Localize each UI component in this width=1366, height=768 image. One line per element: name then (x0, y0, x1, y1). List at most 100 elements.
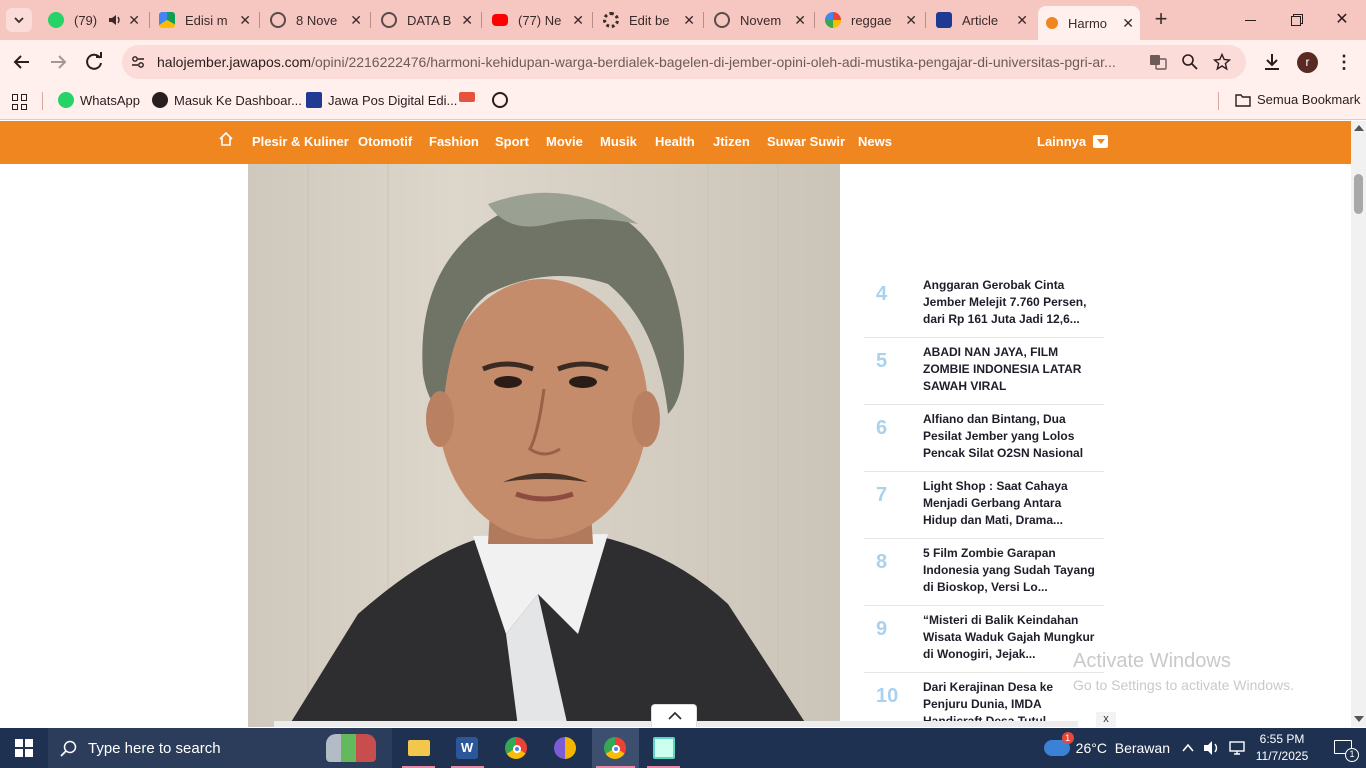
jawapos-logo-icon (459, 92, 475, 102)
nav-fashion[interactable]: Fashion (429, 134, 479, 149)
taskbar-word[interactable]: W (445, 728, 490, 768)
trending-item[interactable]: 10 Dari Kerajinan Desa ke Penjuru Dunia,… (864, 673, 1104, 727)
trending-title[interactable]: Dari Kerajinan Desa ke Penjuru Dunia, IM… (923, 679, 1095, 727)
close-icon[interactable]: ✕ (572, 12, 584, 29)
volume-icon[interactable] (1203, 740, 1221, 756)
profile-avatar[interactable]: r (1297, 52, 1318, 73)
trending-title[interactable]: ABADI NAN JAYA, FILM ZOMBIE INDONESIA LA… (923, 344, 1095, 395)
trending-item[interactable]: 9 “Misteri di Balik Keindahan Wisata Wad… (864, 606, 1104, 673)
tab-search-button[interactable] (6, 8, 32, 32)
scroll-down-arrow[interactable] (1354, 716, 1364, 722)
taskbar-chrome[interactable] (494, 728, 539, 768)
scroll-thumb[interactable] (1354, 174, 1363, 214)
weather-widget[interactable]: 1 26°C Berawan (1040, 728, 1170, 768)
action-center-button[interactable]: 1 (1322, 728, 1366, 768)
clock[interactable]: 6:55 PM 11/7/2025 (1252, 731, 1312, 765)
close-icon[interactable]: ✕ (1016, 12, 1028, 29)
taskbar-vpn[interactable] (543, 728, 588, 768)
bookmark-jp-logo[interactable] (459, 92, 481, 102)
tab-youtube[interactable]: (77) Ne ✕ (484, 6, 590, 34)
taskbar-search[interactable]: Type here to search (48, 728, 392, 768)
nav-jtizen[interactable]: Jtizen (713, 134, 750, 149)
tab-data[interactable]: DATA B ✕ (373, 6, 479, 34)
back-button[interactable] (10, 50, 34, 74)
download-icon[interactable] (1262, 52, 1282, 72)
tab-drive[interactable]: Edisi m ✕ (151, 6, 257, 34)
restore-button[interactable] (1276, 6, 1316, 34)
close-window-button[interactable]: ✕ (1322, 6, 1362, 34)
tab-whatsapp[interactable]: (79) ✕ (40, 6, 146, 34)
home-icon[interactable] (218, 131, 234, 147)
article-icon (936, 12, 952, 28)
nav-otomotif[interactable]: Otomotif (358, 134, 412, 149)
apps-grid-icon[interactable] (12, 94, 28, 110)
close-icon[interactable]: ✕ (1122, 15, 1134, 32)
trending-item[interactable]: 7 Light Shop : Saat Cahaya Menjadi Gerba… (864, 472, 1104, 539)
chevron-up-icon[interactable] (1181, 741, 1195, 755)
close-icon[interactable]: ✕ (905, 12, 917, 29)
trending-item[interactable]: 8 5 Film Zombie Garapan Indonesia yang S… (864, 539, 1104, 606)
close-icon[interactable]: ✕ (350, 12, 362, 29)
star-icon[interactable] (1213, 53, 1231, 71)
nav-musik[interactable]: Musik (600, 134, 637, 149)
bookmark-dashboard[interactable]: Masuk Ke Dashboar... (152, 92, 302, 108)
network-icon[interactable] (1228, 740, 1246, 756)
zoom-icon[interactable] (1181, 53, 1199, 71)
close-icon[interactable]: ✕ (794, 12, 806, 29)
trending-rank: 8 (876, 551, 888, 573)
arrow-left-icon (13, 55, 29, 69)
tab-strip: (79) ✕ Edisi m ✕ 8 Nove ✕ DATA B ✕ (77) … (0, 0, 1366, 40)
tab-8-nove[interactable]: 8 Nove ✕ (262, 6, 368, 34)
sticky-ad-toggle[interactable] (651, 704, 697, 727)
url-text[interactable]: halojember.jawapos.com/opini/2216222476/… (157, 54, 1137, 70)
taskbar-chrome-profile[interactable] (592, 728, 639, 768)
nav-movie[interactable]: Movie (546, 134, 583, 149)
trending-title[interactable]: Light Shop : Saat Cahaya Menjadi Gerbang… (923, 478, 1095, 529)
trending-title[interactable]: Alfiano dan Bintang, Dua Pesilat Jember … (923, 411, 1095, 462)
nav-plesir-kuliner[interactable]: Plesir & Kuliner (252, 134, 349, 149)
bookmark-jawapos[interactable]: Jawa Pos Digital Edi... (306, 92, 457, 108)
speaker-icon[interactable] (108, 13, 122, 27)
scroll-up-arrow[interactable] (1354, 125, 1364, 131)
trending-item[interactable]: 5 ABADI NAN JAYA, FILM ZOMBIE INDONESIA … (864, 338, 1104, 405)
forward-button[interactable] (46, 50, 70, 74)
tab-reggae[interactable]: reggae ✕ (817, 6, 923, 34)
nav-suwar-suwir[interactable]: Suwar Suwir (767, 134, 845, 149)
close-icon[interactable]: ✕ (128, 12, 140, 29)
trending-item[interactable]: 6 Alfiano dan Bintang, Dua Pesilat Jembe… (864, 405, 1104, 472)
globe-icon (381, 12, 397, 28)
trending-title[interactable]: 5 Film Zombie Garapan Indonesia yang Sud… (923, 545, 1095, 596)
reload-button[interactable] (82, 50, 106, 74)
tab-article[interactable]: Article ✕ (928, 6, 1034, 34)
nav-more[interactable]: Lainnya (1037, 134, 1109, 149)
trending-title[interactable]: “Misteri di Balik Keindahan Wisata Waduk… (923, 612, 1095, 663)
nav-health[interactable]: Health (655, 134, 695, 149)
nav-sport[interactable]: Sport (495, 134, 529, 149)
new-tab-button[interactable]: + (1150, 8, 1172, 32)
menu-kebab-icon[interactable]: ⋮ (1335, 52, 1353, 72)
start-button[interactable] (0, 728, 48, 768)
tab-edit[interactable]: Edit be ✕ (595, 6, 701, 34)
close-icon[interactable]: ✕ (683, 12, 695, 29)
minimize-button[interactable] (1230, 6, 1270, 34)
site-info-icon[interactable] (130, 54, 146, 70)
tab-harmoni-active[interactable]: Harmo ✕ (1038, 6, 1140, 40)
bookmark-globe[interactable] (492, 92, 514, 108)
bookmark-whatsapp[interactable]: WhatsApp (58, 92, 140, 108)
folder-icon (408, 740, 430, 756)
nav-news[interactable]: News (858, 134, 892, 149)
close-icon[interactable]: ✕ (239, 12, 251, 29)
globe-icon (714, 12, 730, 28)
taskbar-app[interactable] (641, 728, 686, 768)
taskbar-file-explorer[interactable] (396, 728, 441, 768)
trending-item[interactable]: 4 Anggaran Gerobak Cinta Jember Melejit … (864, 271, 1104, 338)
close-ad-button[interactable]: x (1096, 712, 1116, 727)
trending-title[interactable]: Anggaran Gerobak Cinta Jember Melejit 7.… (923, 277, 1095, 328)
close-icon[interactable]: ✕ (461, 12, 473, 29)
address-bar[interactable]: halojember.jawapos.com/opini/2216222476/… (122, 45, 1246, 79)
translate-icon[interactable] (1149, 53, 1167, 71)
tab-novem[interactable]: Novem ✕ (706, 6, 812, 34)
folder-icon (1235, 93, 1251, 107)
all-bookmarks-button[interactable]: Semua Bookmark (1235, 92, 1360, 107)
page-scrollbar[interactable] (1351, 121, 1366, 727)
